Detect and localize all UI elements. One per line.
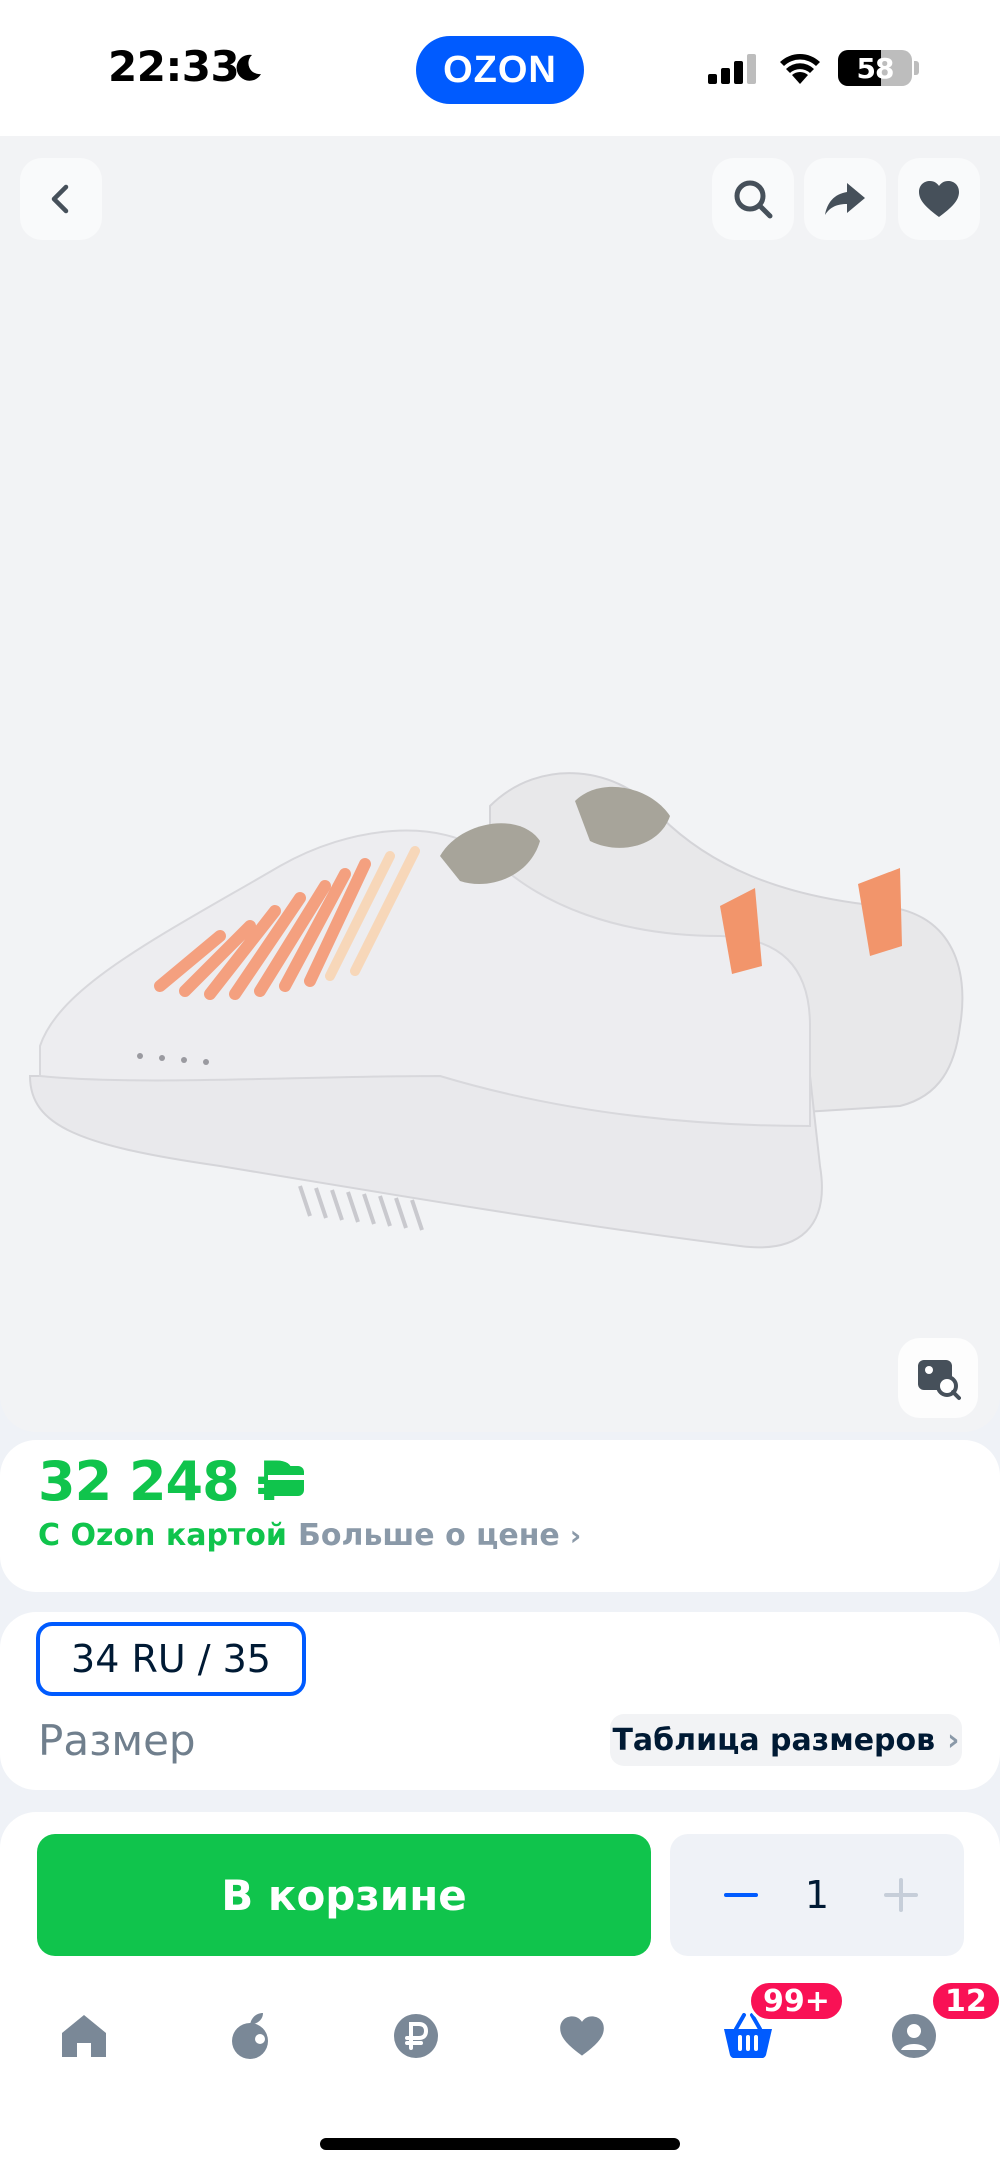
quantity-decrease-button[interactable] (710, 1864, 772, 1926)
price-details-link[interactable]: Больше о цене › (298, 1518, 581, 1553)
price-card: 32 248 ₽ С Ozon картой Больше о цене › (0, 1440, 1000, 1592)
quantity-increase-button[interactable] (870, 1864, 932, 1926)
search-icon (734, 180, 773, 219)
profile-notifications-badge: 12 (930, 1980, 1000, 2022)
ozon-card-icon (268, 1466, 304, 1496)
chevron-right-icon: › (947, 1722, 960, 1758)
battery-icon: 58 (838, 50, 912, 86)
share-button[interactable] (804, 158, 886, 240)
tab-favorites[interactable] (542, 1996, 622, 2076)
price-details-label: Больше о цене (298, 1518, 560, 1553)
tab-home[interactable] (44, 1996, 124, 2076)
moon-icon (236, 54, 261, 81)
home-indicator (320, 2138, 680, 2150)
in-cart-button[interactable]: В корзине (37, 1834, 651, 1956)
home-icon (62, 2015, 106, 2057)
ozon-logo: OZON (416, 36, 584, 104)
product-image[interactable] (20, 606, 980, 1326)
share-icon (825, 183, 865, 215)
fresh-icon (232, 2013, 268, 2059)
wifi-icon (780, 54, 820, 84)
back-button[interactable] (20, 158, 102, 240)
visual-search-icon (918, 1360, 961, 1400)
tab-fresh[interactable] (210, 1996, 290, 2076)
ozon-card-label: С Ozon картой (38, 1518, 287, 1553)
tab-finance[interactable] (376, 1996, 456, 2076)
battery-level: 58 (856, 51, 895, 85)
price-value: 32 248 ₽ (38, 1450, 294, 1513)
size-table-label: Таблица размеров (612, 1722, 936, 1758)
size-table-button[interactable]: Таблица размеров › (610, 1714, 962, 1766)
heart-icon (919, 181, 959, 217)
size-label: Размер (38, 1716, 196, 1765)
bottom-bar: В корзине 1 99+ 12 (0, 1812, 1000, 2167)
profile-icon (892, 2014, 936, 2058)
size-option-selected[interactable]: 34 RU / 35 (36, 1622, 306, 1696)
back-arrow-icon (51, 184, 69, 214)
product-page: 22:33 OZON 58 32 248 ₽ С Ozon картой Бол… (0, 0, 1000, 2167)
search-button[interactable] (712, 158, 794, 240)
status-bar: 22:33 OZON 58 (0, 0, 1000, 136)
status-time: 22:33 (108, 42, 240, 91)
visual-search-button[interactable] (898, 1338, 978, 1418)
chevron-right-icon: › (569, 1519, 582, 1552)
favorite-button[interactable] (898, 158, 980, 240)
battery-cap (914, 61, 919, 75)
ruble-icon (394, 2014, 438, 2058)
heart-icon (560, 2016, 604, 2056)
product-gallery[interactable] (0, 136, 1000, 1432)
quantity-value: 1 (804, 1873, 830, 1917)
cart-count-badge: 99+ (748, 1980, 845, 2022)
quantity-stepper: 1 (670, 1834, 964, 1956)
size-card: 34 RU / 35 Размер Таблица размеров › (0, 1612, 1000, 1790)
cellular-signal-icon (708, 54, 756, 84)
